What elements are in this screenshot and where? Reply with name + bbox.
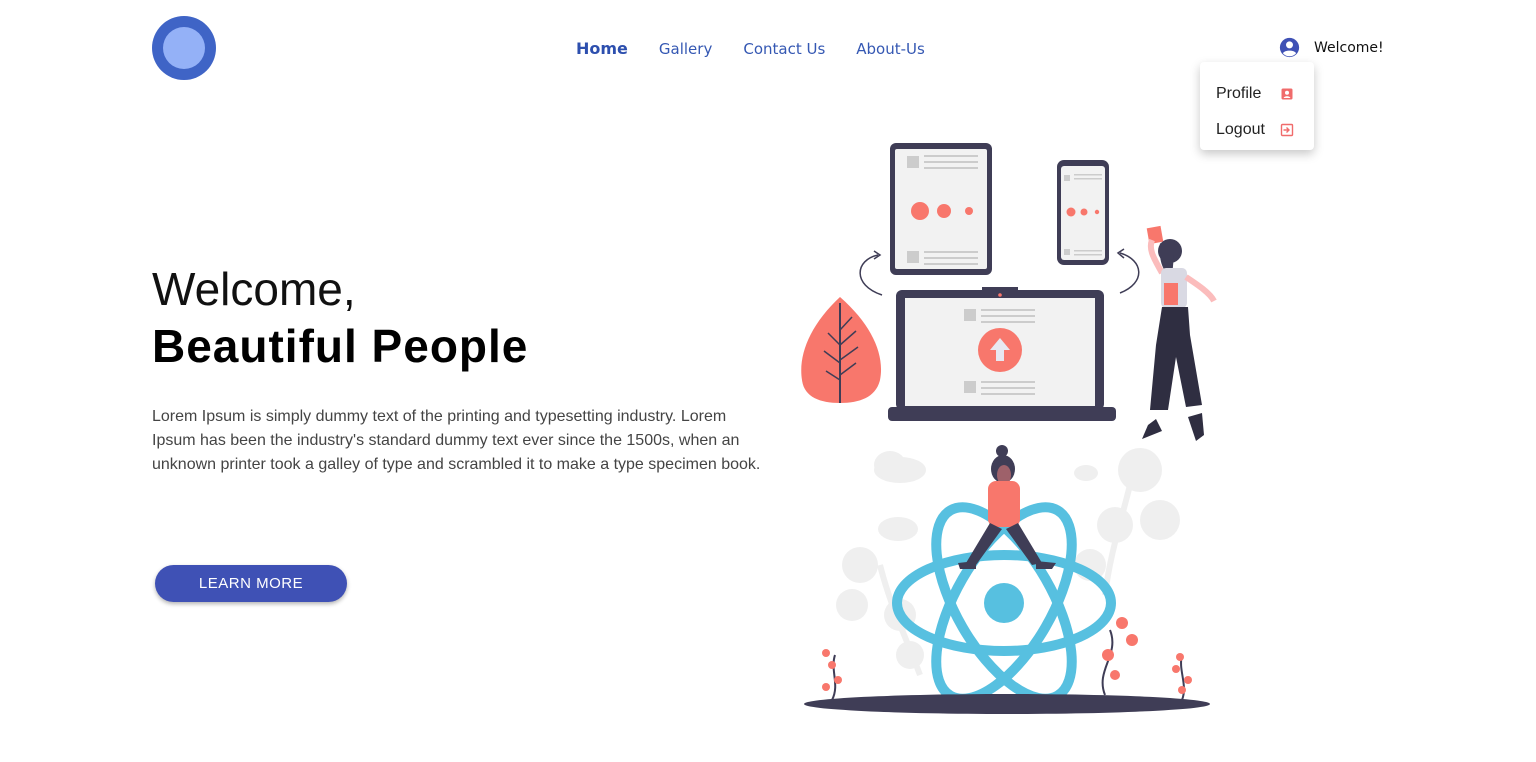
hero-title-line1: Welcome, [152,263,356,315]
tablet-device [890,143,992,275]
menu-item-profile-label: Profile [1216,85,1262,102]
phone-device [1057,160,1109,265]
react-core [984,583,1024,623]
hero-illustration [801,143,1217,714]
menu-item-profile[interactable]: Profile [1200,76,1314,112]
contact-card-icon [1281,88,1293,100]
nav-about-link[interactable]: About-Us [856,38,925,60]
nav-home-link[interactable]: Home [576,38,628,60]
logo-inner-circle [163,27,205,69]
ground-shadow [804,694,1210,714]
exit-icon [1280,123,1294,137]
laptop-device [888,287,1116,421]
account-circle-icon[interactable] [1279,37,1300,58]
hero-title-line2: Beautiful People [152,320,529,372]
nav-contact-link[interactable]: Contact Us [743,38,825,60]
learn-more-button[interactable]: LEARN MORE [155,565,347,602]
woman-holding-card [1142,225,1217,441]
main-nav: Home Gallery Contact Us About-Us [576,38,956,60]
hero-description: Lorem Ipsum is simply dummy text of the … [152,408,761,473]
user-menu-trigger[interactable]: Welcome! [1279,37,1384,58]
coral-leaf [801,297,882,403]
nav-gallery-link[interactable]: Gallery [659,38,712,60]
welcome-label: Welcome! [1314,39,1384,56]
site-logo[interactable] [152,16,216,80]
